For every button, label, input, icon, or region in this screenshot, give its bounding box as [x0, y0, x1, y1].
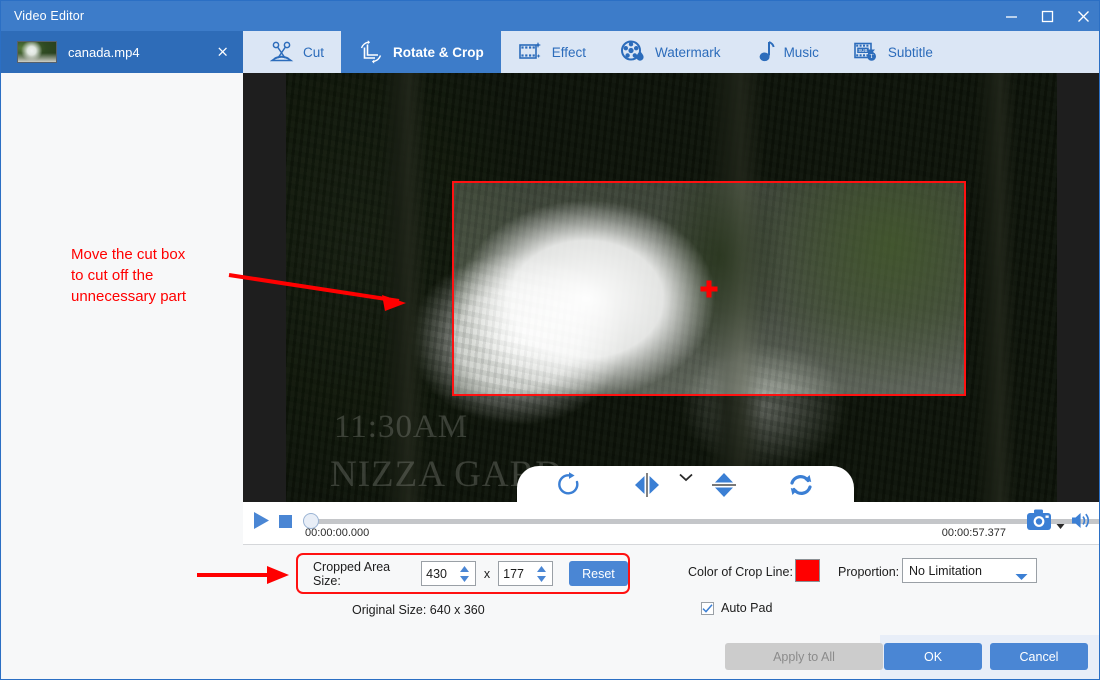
crop-settings-panel: Cropped Area Size: x: [2, 545, 1099, 635]
auto-pad-checkbox[interactable]: [701, 601, 714, 615]
camera-icon: [1027, 509, 1051, 530]
flip-horizontal-icon: [634, 473, 659, 497]
file-tab-canada[interactable]: canada.mp4 ×: [1, 31, 243, 73]
video-preview-stage[interactable]: 11:30AM NIZZA GARD: [243, 73, 1099, 502]
play-icon: [254, 512, 269, 529]
minimize-button[interactable]: [993, 1, 1029, 31]
tab-subtitle[interactable]: SUB T Subtitle: [836, 31, 950, 73]
minimize-icon: [1005, 15, 1017, 18]
tab-rotate-crop-label: Rotate & Crop: [393, 44, 484, 60]
proportion-label: Proportion:: [838, 565, 900, 579]
auto-pad-label: Auto Pad: [721, 601, 773, 615]
video-frame: 11:30AM NIZZA GARD: [286, 73, 1057, 502]
proportion-select[interactable]: No Limitation: [902, 558, 1037, 583]
maximize-button[interactable]: [1029, 1, 1065, 31]
current-time-label: 00:00:00.000: [305, 527, 370, 539]
volume-button[interactable]: [1071, 511, 1092, 535]
tab-strip: canada.mp4 × Cut Rotate & Crop Effect Wa…: [1, 31, 1099, 73]
crop-width-input[interactable]: [422, 562, 465, 585]
rotate-refresh-button[interactable]: [778, 470, 824, 500]
check-icon: [702, 603, 713, 613]
total-time-label: 00:00:57.377: [941, 527, 1006, 539]
rotate-right-icon: [557, 472, 579, 495]
ok-button[interactable]: OK: [884, 643, 982, 670]
caret-down-icon: [1056, 524, 1065, 529]
title-bar: Video Editor: [1, 1, 1099, 31]
cropped-area-size-label: Cropped Area Size:: [313, 559, 391, 588]
crop-center-crosshair-icon: [700, 280, 718, 297]
app-title: Video Editor: [14, 9, 85, 23]
dimension-separator: x: [483, 566, 491, 581]
stepper-arrows-icon: [536, 566, 546, 582]
tab-music[interactable]: Music: [738, 31, 836, 73]
cropped-area-size-group: Cropped Area Size: x: [296, 553, 630, 594]
film-sparkle-icon: [518, 40, 543, 64]
maximize-icon: [1041, 10, 1053, 22]
tab-cut[interactable]: Cut: [253, 31, 341, 73]
proportion-value: No Limitation: [909, 563, 982, 578]
tab-watermark-label: Watermark: [655, 44, 721, 60]
music-note-icon: [755, 40, 775, 64]
scissors-icon: [270, 41, 294, 63]
play-button[interactable]: [252, 511, 271, 535]
original-size-label: Original Size: 640 x 360: [352, 603, 485, 617]
rotate-refresh-icon: [790, 475, 812, 495]
tab-music-label: Music: [783, 44, 819, 60]
rotate-right-button[interactable]: [547, 470, 593, 500]
close-button[interactable]: [1065, 1, 1099, 31]
subtitle-icon: SUB T: [853, 40, 879, 64]
editor-tool-tabs: Cut Rotate & Crop Effect Watermark Music…: [243, 31, 1099, 73]
chevron-down-icon[interactable]: [678, 469, 693, 487]
crop-width-field[interactable]: [421, 561, 476, 586]
tab-effect-label: Effect: [551, 44, 587, 60]
stepper-arrows-icon: [459, 566, 469, 582]
flip-horizontal-button[interactable]: [624, 470, 670, 500]
tab-subtitle-label: Subtitle: [887, 44, 933, 60]
dim-left: [286, 181, 452, 396]
stop-button[interactable]: [279, 515, 292, 528]
close-icon: [1077, 10, 1089, 22]
svg-text:SUB: SUB: [858, 48, 867, 53]
crop-height-stepper[interactable]: [536, 565, 547, 588]
crop-width-stepper[interactable]: [459, 565, 470, 588]
tab-watermark[interactable]: Watermark: [603, 31, 738, 73]
crop-rotate-icon: [358, 39, 384, 65]
crop-line-color-swatch[interactable]: [795, 559, 820, 582]
dim-top: [286, 73, 1057, 181]
flip-vertical-button[interactable]: [701, 470, 747, 500]
file-thumbnail: [17, 41, 57, 63]
tab-cut-label: Cut: [303, 44, 325, 60]
reset-button[interactable]: Reset: [568, 561, 628, 586]
apply-to-all-button[interactable]: Apply to All: [725, 643, 883, 670]
color-of-crop-line-label: Color of Crop Line:: [688, 565, 793, 579]
svg-text:T: T: [870, 54, 874, 60]
annotation-move-cut-box: Move the cut box to cut off the unnecess…: [71, 246, 187, 305]
tab-effect[interactable]: Effect: [501, 31, 603, 73]
dialog-footer: Apply to All OK Cancel: [2, 635, 1099, 679]
speaker-icon: [1072, 513, 1090, 528]
crop-height-input[interactable]: [499, 562, 542, 585]
dim-right: [966, 181, 1057, 396]
file-tab-label: canada.mp4: [68, 44, 140, 60]
rotate-overlay-toolbar: [517, 466, 854, 502]
seek-track[interactable]: [312, 519, 1099, 524]
crop-height-field[interactable]: [498, 561, 553, 586]
tab-rotate-crop[interactable]: Rotate & Crop: [341, 31, 501, 73]
player-bar: 00:00:00.000 00:00:57.377: [243, 502, 1099, 545]
window-controls: [993, 1, 1099, 31]
snapshot-button[interactable]: [1026, 508, 1054, 537]
video-editor-window: Video Editor canada.mp4 × Cut Rotate & C…: [0, 0, 1100, 680]
caret-down-icon: [1015, 568, 1028, 586]
flip-vertical-icon: [712, 473, 737, 497]
file-tab-close-icon[interactable]: ×: [216, 44, 229, 60]
crop-selection-box[interactable]: [452, 181, 966, 396]
film-reel-drop-icon: [620, 39, 646, 65]
cancel-button[interactable]: Cancel: [990, 643, 1088, 670]
auto-pad-checkbox-row[interactable]: Auto Pad: [701, 601, 772, 615]
volume-dropdown-button[interactable]: [1056, 517, 1065, 535]
